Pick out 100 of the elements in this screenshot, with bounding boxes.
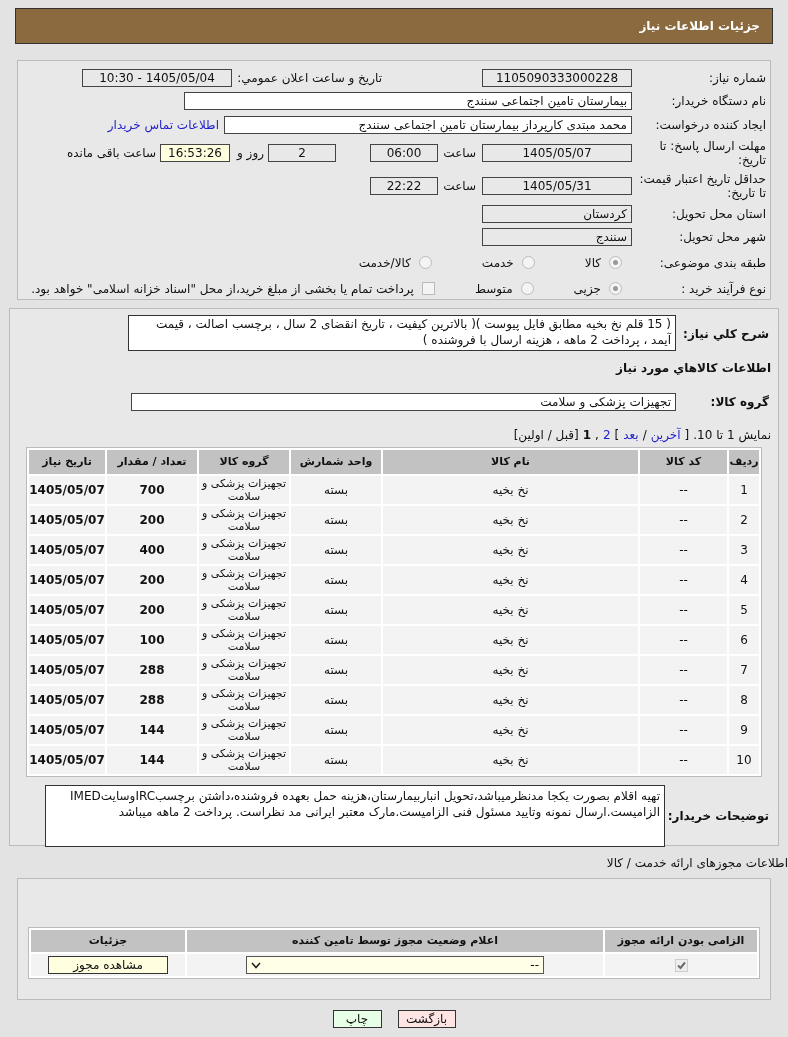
- page-link[interactable]: 2: [602, 426, 611, 444]
- field-label: ساعت: [442, 177, 477, 195]
- column-header: تاریخ نیاز: [29, 450, 105, 474]
- text-field[interactable]: کردستان: [482, 204, 632, 223]
- table-cell: تجهیزات پزشکی و سلامت: [199, 536, 289, 564]
- table-cell: 288: [107, 686, 197, 714]
- table-cell: --: [640, 746, 727, 774]
- table-cell: 1405/05/07: [29, 476, 105, 504]
- table-cell: 1405/05/07: [29, 746, 105, 774]
- field-label: حداقل تاریخ اعتبار قیمت: تا تاریخ:: [638, 171, 767, 200]
- text-field[interactable]: سنندج: [482, 228, 632, 247]
- description-textarea[interactable]: ( 15 قلم نخ بخیه مطابق فایل پیوست )( بالاترین کیفیت ، تاریخ انقضای 2 سال ، برچسب اصالت ، قیمت آیمد ، پرداخت 2 ماهه ، هزینه ارسال با فروشنده ): [128, 315, 676, 351]
- table-cell: تجهیزات پزشکی و سلامت: [199, 506, 289, 534]
- table-cell: نخ بخیه: [383, 746, 638, 774]
- text-field[interactable]: 2: [268, 143, 336, 162]
- field-label: تاریخ و ساعت اعلان عمومي:: [236, 70, 382, 88]
- field-label: گروه کالا:: [709, 394, 770, 411]
- column-header: واحد شمارش: [291, 450, 381, 474]
- table-cell: نخ بخیه: [383, 656, 638, 684]
- table-cell: 5: [729, 596, 759, 624]
- section-title: اطلاعات کالاهاي مورد نیاز: [616, 360, 771, 377]
- pagination-text: نمایش 1 تا 10.: [693, 427, 771, 444]
- table-cell: 700: [107, 476, 197, 504]
- table-cell: تجهیزات پزشکی و سلامت: [199, 656, 289, 684]
- table-cell: --: [640, 476, 727, 504]
- column-header: ردیف: [729, 450, 759, 474]
- table-cell: تجهیزات پزشکی و سلامت: [199, 746, 289, 774]
- table-cell: 200: [107, 506, 197, 534]
- field-label: استان محل تحویل:: [670, 205, 767, 223]
- field-label: شماره نیاز:: [708, 70, 767, 88]
- separator: ,: [595, 427, 599, 444]
- table-cell: نخ بخیه: [383, 476, 638, 504]
- field-label: ساعت باقی مانده: [66, 144, 157, 162]
- text-field[interactable]: 1405/05/07: [482, 143, 632, 162]
- table-cell: تجهیزات پزشکی و سلامت: [199, 566, 289, 594]
- table-cell: 1405/05/07: [29, 566, 105, 594]
- checkbox[interactable]: [421, 282, 435, 296]
- text-field[interactable]: 1405/05/31: [482, 176, 632, 195]
- next-page-link[interactable]: بعد: [623, 426, 639, 444]
- table-cell: بسته: [291, 476, 381, 504]
- table-cell: نخ بخیه: [383, 686, 638, 714]
- field-label: مهلت ارسال پاسخ: تا تاریخ:: [658, 138, 767, 167]
- table-cell: 200: [107, 566, 197, 594]
- table-cell: --: [640, 686, 727, 714]
- radio-label: کالا/خدمت: [358, 254, 411, 272]
- print-button[interactable]: چاپ: [332, 1010, 382, 1028]
- table-cell: بسته: [291, 506, 381, 534]
- text-field[interactable]: بیمارستان تامین اجتماعی سنندج: [184, 92, 632, 111]
- radio-button[interactable]: [609, 256, 622, 270]
- field-label: ساعت: [442, 144, 477, 162]
- field-label: نام دستگاه خریدار:: [670, 93, 767, 111]
- checkbox-label: پرداخت تمام یا بخشی از مبلغ خرید،از محل "اسناد خزانه اسلامی" خواهد بود.: [31, 280, 414, 298]
- text-field[interactable]: 16:53:26: [160, 143, 230, 162]
- radio-button[interactable]: [609, 282, 622, 296]
- table-cell: بسته: [291, 596, 381, 624]
- table-cell: 1405/05/07: [29, 596, 105, 624]
- text-field[interactable]: 06:00: [370, 143, 438, 162]
- radio-button[interactable]: [418, 256, 432, 270]
- view-permit-button[interactable]: مشاهده مجوز: [48, 956, 168, 974]
- table-cell: تجهیزات پزشکی و سلامت: [199, 626, 289, 654]
- status-dropdown[interactable]: --: [246, 956, 544, 974]
- text-field[interactable]: تجهیزات پزشکی و سلامت: [131, 393, 676, 411]
- table-cell: تجهیزات پزشکی و سلامت: [199, 686, 289, 714]
- text-field[interactable]: 1105090333000228: [482, 69, 632, 88]
- table-cell: 1405/05/07: [29, 506, 105, 534]
- field-label: شهر محل تحویل:: [678, 229, 767, 247]
- separator: /: [642, 427, 647, 444]
- table-cell: 6: [729, 626, 759, 654]
- contact-link[interactable]: اطلاعات تماس خریدار: [107, 115, 219, 134]
- back-button[interactable]: بازگشت: [397, 1010, 456, 1028]
- table-cell: نخ بخیه: [383, 626, 638, 654]
- text-field[interactable]: محمد مبتدی کارپرداز بیمارستان تامین اجتماعی سنندج: [224, 115, 632, 134]
- field-label: روز و: [235, 144, 265, 162]
- field-label: ایجاد کننده درخواست:: [654, 116, 767, 134]
- table-cell: بسته: [291, 626, 381, 654]
- radio-label: جزیی: [573, 280, 601, 298]
- column-header: کد کالا: [640, 450, 727, 474]
- table-cell: 144: [107, 716, 197, 744]
- chevron-down-icon: [251, 961, 261, 969]
- table-cell: --: [640, 716, 727, 744]
- field-label: طبقه بندی موضوعی:: [658, 254, 767, 272]
- table-cell: --: [640, 626, 727, 654]
- table-cell: بسته: [291, 746, 381, 774]
- table-cell: بسته: [291, 716, 381, 744]
- table-cell: نخ بخیه: [383, 566, 638, 594]
- table-cell: نخ بخیه: [383, 716, 638, 744]
- radio-button[interactable]: [520, 282, 534, 296]
- radio-button[interactable]: [521, 256, 535, 270]
- table-cell: 1405/05/07: [29, 716, 105, 744]
- last-page-link[interactable]: آخرین: [650, 426, 681, 444]
- radio-label: کالا: [584, 254, 601, 272]
- table-cell: 9: [729, 716, 759, 744]
- text-field[interactable]: 1405/05/04 - 10:30: [82, 69, 232, 88]
- table-cell: --: [640, 536, 727, 564]
- notes-textarea[interactable]: تهیه اقلام بصورت یکجا مدنظرمیباشد،تحویل انباربیمارستان،هزینه حمل بعهده فروشنده،داشتن برچسبIRCوسایتIMED الزامیست.ارسال نمونه وتایید مسئول فنی الزامیست.مارک معتبر ایرانی مد نظراست. پرداخت 2 ماهه میباشد: [45, 785, 665, 847]
- field-label: توضیحات خریدار:: [666, 808, 770, 825]
- table-cell: --: [640, 596, 727, 624]
- text-field[interactable]: 22:22: [370, 176, 438, 195]
- table-cell: 100: [107, 626, 197, 654]
- table-cell: 3: [729, 536, 759, 564]
